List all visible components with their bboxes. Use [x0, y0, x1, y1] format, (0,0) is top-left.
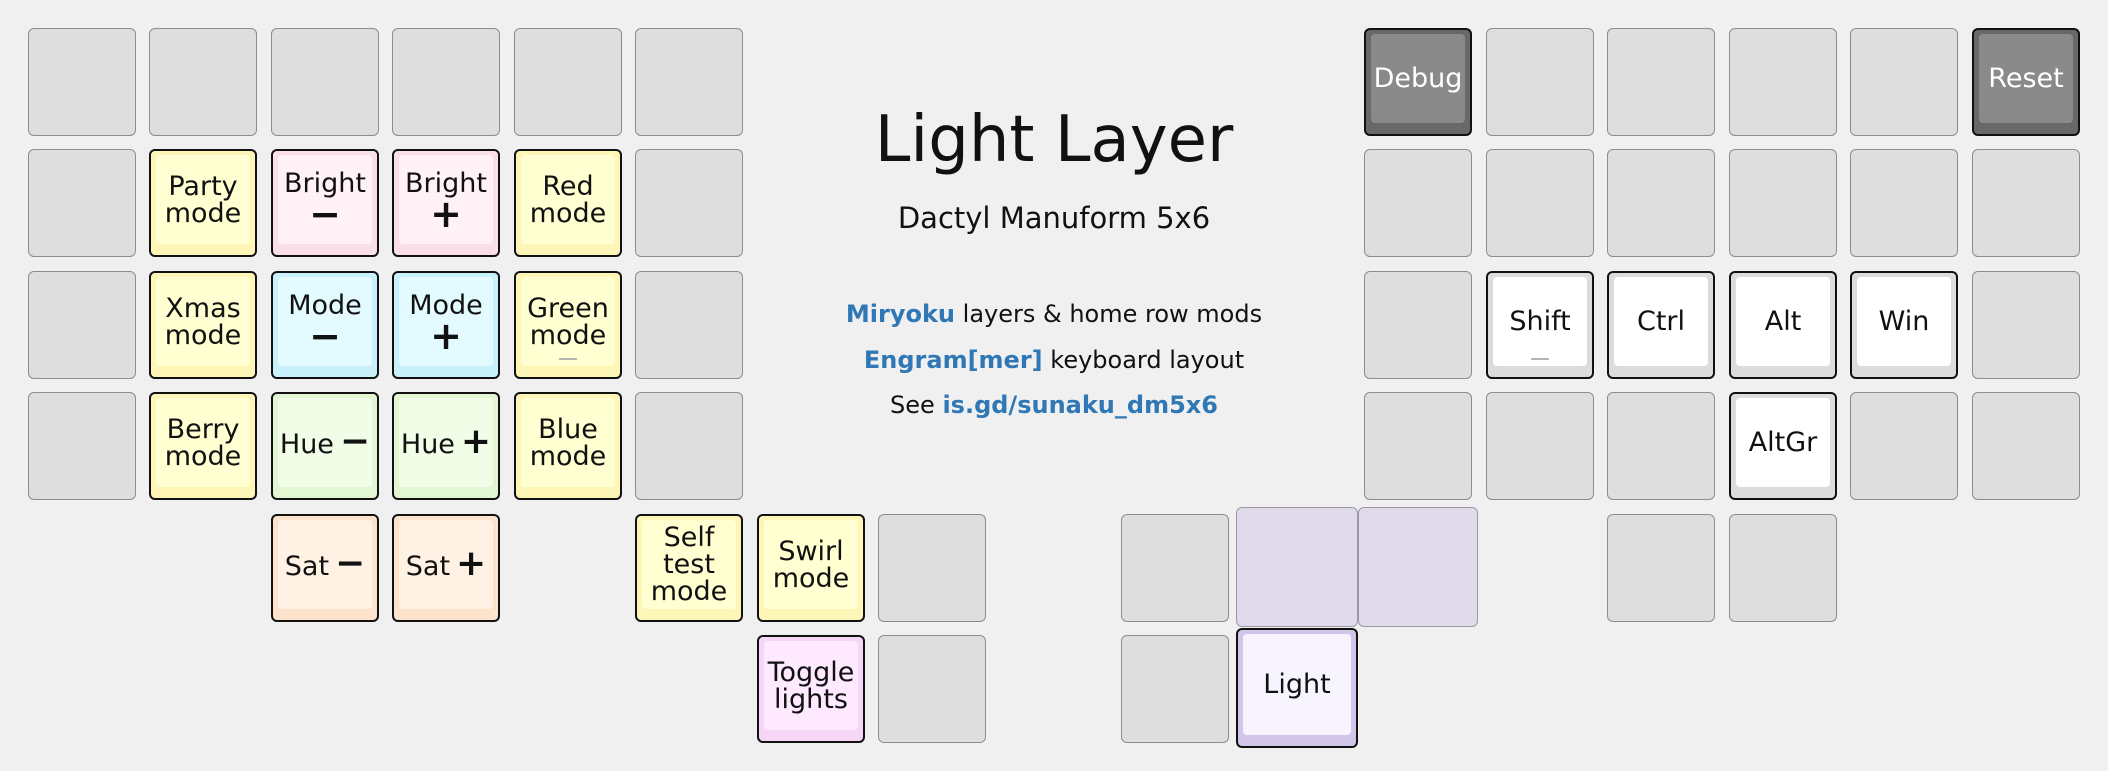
blue-mode-key[interactable]: Blue mode	[514, 392, 622, 500]
empty-key[interactable]	[1972, 149, 2080, 257]
altgr-key[interactable]: AltGr	[1729, 392, 1837, 500]
plus-icon: +	[430, 313, 462, 358]
thumb-key-lavender[interactable]	[1358, 507, 1478, 627]
page-title: Light Layer	[874, 103, 1234, 177]
thumb-key-lavender[interactable]	[1236, 507, 1358, 627]
mode-up-key[interactable]: Mode +	[392, 271, 500, 379]
empty-key[interactable]	[1850, 28, 1958, 136]
debug-key[interactable]: Debug	[1364, 28, 1472, 136]
empty-key[interactable]	[28, 271, 136, 379]
self-test-mode-key[interactable]: Self test mode	[635, 514, 743, 622]
miryoku-link[interactable]: Miryoku	[846, 300, 955, 328]
plus-icon: +	[456, 542, 487, 584]
alt-key[interactable]: Alt	[1729, 271, 1837, 379]
empty-key[interactable]	[1850, 392, 1958, 500]
empty-key[interactable]	[1486, 149, 1594, 257]
empty-key[interactable]	[392, 28, 500, 136]
empty-key[interactable]	[28, 28, 136, 136]
ctrl-key[interactable]: Ctrl	[1607, 271, 1715, 379]
minus-icon: −	[309, 313, 341, 358]
empty-key[interactable]	[514, 28, 622, 136]
empty-key[interactable]	[1607, 149, 1715, 257]
empty-key[interactable]	[28, 392, 136, 500]
info-line-miryoku: Miryoku layers & home row mods	[845, 300, 1263, 328]
bright-down-key[interactable]: Bright −	[271, 149, 379, 257]
hue-down-key[interactable]: Hue −	[271, 392, 379, 500]
berry-mode-key[interactable]: Berry mode	[149, 392, 257, 500]
empty-key[interactable]	[271, 28, 379, 136]
reset-key[interactable]: Reset	[1972, 28, 2080, 136]
empty-key[interactable]	[635, 149, 743, 257]
sunaku-link[interactable]: is.gd/sunaku_dm5x6	[942, 391, 1218, 419]
empty-key[interactable]	[1607, 28, 1715, 136]
empty-key[interactable]	[635, 392, 743, 500]
empty-key[interactable]	[1364, 271, 1472, 379]
empty-key[interactable]	[1729, 149, 1837, 257]
minus-icon: −	[335, 542, 366, 584]
empty-key[interactable]	[1364, 392, 1472, 500]
empty-key[interactable]	[149, 28, 257, 136]
swirl-mode-key[interactable]: Swirl mode	[757, 514, 865, 622]
empty-key[interactable]	[1607, 392, 1715, 500]
sat-up-key[interactable]: Sat +	[392, 514, 500, 622]
empty-key[interactable]	[1486, 392, 1594, 500]
empty-key[interactable]	[1364, 149, 1472, 257]
sat-down-key[interactable]: Sat −	[271, 514, 379, 622]
party-mode-key[interactable]: Party mode	[149, 149, 257, 257]
page-subtitle: Dactyl Manuform 5x6	[897, 201, 1211, 235]
empty-key[interactable]	[878, 514, 986, 622]
home-row-bump	[1531, 358, 1549, 360]
empty-key[interactable]	[1729, 28, 1837, 136]
shift-key[interactable]: Shift	[1486, 271, 1594, 379]
empty-key[interactable]	[635, 28, 743, 136]
bright-up-key[interactable]: Bright +	[392, 149, 500, 257]
info-line-see: See is.gd/sunaku_dm5x6	[890, 391, 1218, 419]
win-key[interactable]: Win	[1850, 271, 1958, 379]
plus-icon: +	[460, 420, 492, 462]
green-mode-key[interactable]: Green mode	[514, 271, 622, 379]
plus-icon: +	[430, 191, 462, 236]
xmas-mode-key[interactable]: Xmas mode	[149, 271, 257, 379]
hue-up-key[interactable]: Hue +	[392, 392, 500, 500]
empty-key[interactable]	[1607, 514, 1715, 622]
toggle-lights-key[interactable]: Toggle lights	[757, 635, 865, 743]
empty-key[interactable]	[1729, 514, 1837, 622]
empty-key[interactable]	[1972, 392, 2080, 500]
empty-key[interactable]	[1850, 149, 1958, 257]
empty-key[interactable]	[1486, 28, 1594, 136]
minus-icon: −	[339, 420, 371, 462]
mode-down-key[interactable]: Mode −	[271, 271, 379, 379]
empty-key[interactable]	[1121, 514, 1229, 622]
red-mode-key[interactable]: Red mode	[514, 149, 622, 257]
empty-key[interactable]	[635, 271, 743, 379]
keymap-diagram: Light Layer Dactyl Manuform 5x6 Miryoku …	[0, 0, 2108, 771]
empty-key[interactable]	[28, 149, 136, 257]
home-row-bump	[559, 358, 577, 360]
light-layer-key[interactable]: Light	[1236, 628, 1358, 748]
minus-icon: −	[309, 191, 341, 236]
empty-key[interactable]	[1121, 635, 1229, 743]
empty-key[interactable]	[1972, 271, 2080, 379]
info-line-engram: Engram[mer] keyboard layout	[863, 346, 1245, 374]
engram-link[interactable]: Engram[mer]	[864, 346, 1043, 374]
empty-key[interactable]	[878, 635, 986, 743]
